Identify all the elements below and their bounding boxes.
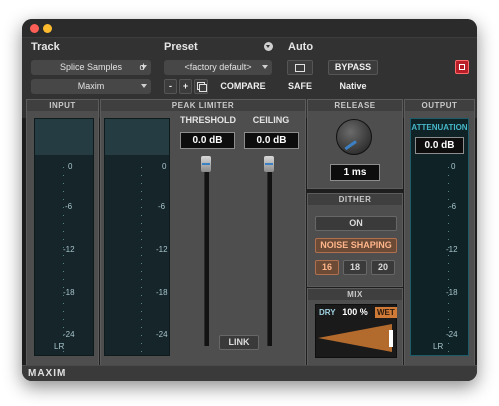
input-meter-ticks <box>63 167 64 353</box>
limiter-meter: 0 -6 -12 -18 -24 <box>104 118 170 356</box>
minimize-window-button[interactable] <box>43 24 52 33</box>
ceiling-value[interactable]: 0.0 dB <box>244 132 299 149</box>
input-meter: 0 -6 -12 -18 -24 LR <box>34 118 94 356</box>
bit-depth-16-button[interactable]: 16 <box>315 260 339 275</box>
threshold-track <box>204 156 209 346</box>
preset-selector[interactable]: <factory default> <box>164 60 272 75</box>
input-scale-24: -24 <box>63 330 75 339</box>
title-bar <box>22 19 477 37</box>
input-scale-18: -18 <box>63 288 75 297</box>
limiter-meter-ticks <box>141 167 142 353</box>
attenuation-label: ATTENUATION <box>411 123 468 132</box>
plugin-window: Track Splice Samples d Maxim Preset <fac… <box>22 19 477 381</box>
peak-limiter-title: PEAK LIMITER <box>101 100 305 111</box>
limiter-scale-18: -18 <box>156 288 168 297</box>
output-title: OUTPUT <box>405 100 474 111</box>
preset-name: <factory default> <box>184 62 252 72</box>
threshold-value[interactable]: 0.0 dB <box>180 132 235 149</box>
threshold-label: THRESHOLD <box>180 115 236 125</box>
mix-wedge <box>318 324 393 352</box>
mix-section: MIX DRY 100 % WET <box>307 288 403 366</box>
input-section: INPUT 0 -6 -12 -18 -24 LR <box>26 99 99 366</box>
chevron-down-icon <box>266 45 270 48</box>
close-window-button[interactable] <box>30 24 39 33</box>
track-label: Track <box>31 41 60 53</box>
compare-button[interactable]: COMPARE <box>215 79 271 94</box>
target-button[interactable] <box>455 60 469 74</box>
mix-dry-label: DRY <box>319 308 336 317</box>
plugin-name: Maxim <box>77 81 105 91</box>
ceiling-fader[interactable] <box>264 156 274 172</box>
peak-limiter-section: PEAK LIMITER 0 -6 -12 -18 -24 THRESHOLD … <box>100 99 306 366</box>
limiter-scale-12: -12 <box>156 245 168 254</box>
output-scale-0: 0 <box>451 162 456 171</box>
ceiling-label: CEILING <box>252 115 290 125</box>
plugin-selector[interactable]: Maxim <box>31 79 151 94</box>
preset-label: Preset <box>164 41 198 53</box>
output-section: OUTPUT ATTENUATION 0.0 dB 0 -6 -12 -18 -… <box>404 99 475 366</box>
input-meter-peak <box>35 119 93 155</box>
previous-preset-button[interactable]: - <box>164 79 177 94</box>
input-title: INPUT <box>27 100 98 111</box>
plugin-footer: MAXIM <box>22 365 477 381</box>
dither-title: DITHER <box>308 194 402 205</box>
input-lr-label: LR <box>54 342 65 351</box>
input-scale-12: -12 <box>63 245 75 254</box>
noise-shaping-button[interactable]: NOISE SHAPING <box>315 238 397 253</box>
ceiling-track <box>267 156 272 346</box>
link-button[interactable]: LINK <box>219 335 259 350</box>
copy-settings-button[interactable] <box>194 79 208 94</box>
track-name: Splice Samples <box>59 62 123 72</box>
automation-icon <box>295 64 305 72</box>
limiter-scale-6: -6 <box>158 202 166 211</box>
release-section: RELEASE 1 ms <box>307 99 403 189</box>
knob-indicator-icon <box>344 140 357 151</box>
output-meter-ticks <box>448 167 449 353</box>
output-lr-label: LR <box>433 342 444 351</box>
limiter-scale-24: -24 <box>156 330 168 339</box>
threshold-fader[interactable] <box>201 156 211 172</box>
target-icon <box>459 64 465 70</box>
output-scale-12: -12 <box>446 245 458 254</box>
track-suffix: d <box>139 62 145 72</box>
automation-window-button[interactable] <box>287 60 313 75</box>
auto-label: Auto <box>288 41 314 53</box>
limiter-meter-peak <box>105 119 169 155</box>
dither-section: DITHER ON NOISE SHAPING 16 18 20 <box>307 193 403 287</box>
dither-on-button[interactable]: ON <box>315 216 397 231</box>
next-preset-button[interactable]: + <box>179 79 192 94</box>
chevron-down-icon <box>141 84 147 88</box>
limiter-scale-0: 0 <box>162 162 167 171</box>
release-knob[interactable] <box>336 119 372 155</box>
input-scale-0: 0 <box>68 162 73 171</box>
output-scale-6: -6 <box>449 202 457 211</box>
mix-control[interactable]: DRY 100 % WET <box>315 304 397 358</box>
safe-button[interactable]: SAFE <box>285 79 315 94</box>
output-meter: ATTENUATION 0.0 dB 0 -6 -12 -18 -24 LR <box>410 118 469 356</box>
copy-icon-front <box>199 84 207 92</box>
output-scale-24: -24 <box>446 330 458 339</box>
output-scale-18: -18 <box>446 288 458 297</box>
release-value[interactable]: 1 ms <box>330 164 380 181</box>
track-suffix-selector[interactable]: d <box>132 60 152 75</box>
input-scale-6: -6 <box>65 202 73 211</box>
release-title: RELEASE <box>308 100 402 111</box>
bypass-button[interactable]: BYPASS <box>328 60 378 75</box>
mix-title: MIX <box>308 289 402 300</box>
chevron-down-icon <box>262 65 268 69</box>
bit-depth-20-button[interactable]: 20 <box>371 260 395 275</box>
mix-wet-label: WET <box>375 307 397 318</box>
bit-depth-18-button[interactable]: 18 <box>343 260 367 275</box>
mix-value[interactable]: 100 % <box>340 307 370 317</box>
output-value[interactable]: 0.0 dB <box>415 137 464 154</box>
native-button[interactable]: Native <box>328 79 378 94</box>
plugin-logo: MAXIM <box>28 368 67 379</box>
preset-menu-button[interactable] <box>264 42 273 51</box>
